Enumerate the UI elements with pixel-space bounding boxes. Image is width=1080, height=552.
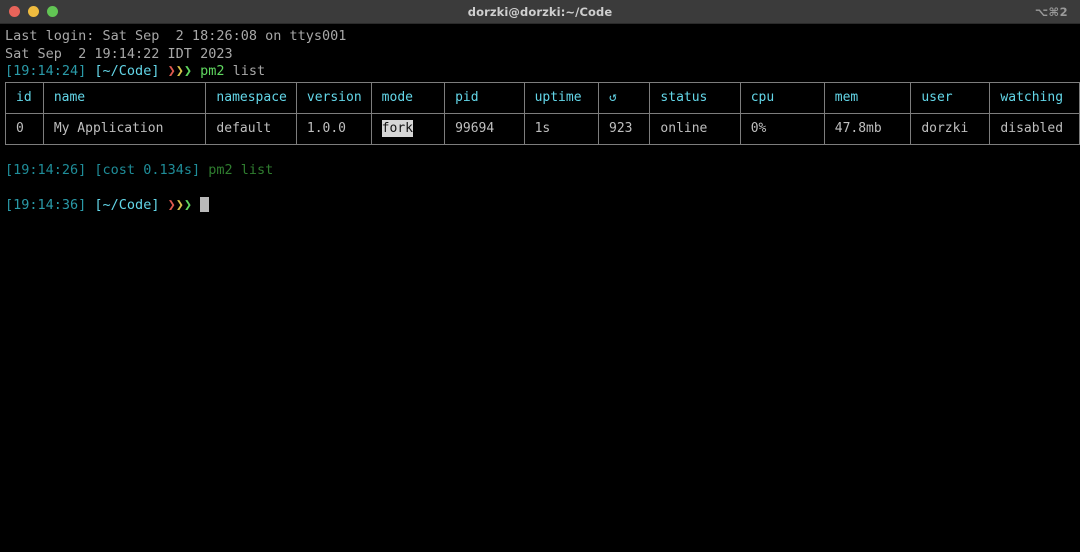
column-header-uptime: uptime [523,81,600,114]
tab-shortcut-label: ⌥⌘2 [1034,4,1068,19]
column-header-namespace: namespace [205,81,297,114]
status-badge: online [649,112,741,145]
cell-version: 1.0.0 [295,112,372,145]
column-header-cpu: cpu [739,81,825,114]
prompt-line-1: [19:14:24] [~/Code] ❯❯❯ pm2 list [0,63,1080,81]
pm2-table-body: 0 My Application default 1.0.0 fork 9969… [5,112,1080,145]
text-cursor[interactable] [200,197,210,212]
cell-watching: disabled [989,112,1080,145]
minimize-button[interactable] [28,6,39,17]
title-bar: dorzki@dorzki:~/Code ⌥⌘2 [0,0,1080,24]
last-login-line: Last login: Sat Sep 2 18:26:08 on ttys00… [0,28,1080,46]
cell-name: My Application [42,112,207,145]
column-header-name: name [42,81,207,114]
prompt-path: [~/Code] [94,63,160,79]
prompt-arrow-3-icon: ❯ [183,63,193,79]
column-header-restart-icon: ↺ [598,81,651,114]
prompt-arrow-2-icon: ❯ [175,63,184,79]
pm2-table-header-row: id name namespace version mode pid uptim… [5,81,1080,114]
table-row: 0 My Application default 1.0.0 fork 9969… [5,112,1080,145]
cost-timestamp: [19:14:26] [5,162,87,178]
cell-pid: 99694 [444,112,525,145]
pm2-process-table-container: id name namespace version mode pid uptim… [0,81,1080,145]
prompt2-arrow-2-icon: ❯ [175,197,184,213]
column-header-mode: mode [370,81,446,114]
cell-id: 0 [5,112,44,145]
cell-mode: fork [370,112,446,145]
cost-command: pm2 list [208,162,274,178]
column-header-mem: mem [823,81,912,114]
cell-restarts: 923 [598,112,651,145]
column-header-user: user [910,81,991,114]
column-header-pid: pid [444,81,525,114]
terminal-window: dorzki@dorzki:~/Code ⌥⌘2 Last login: Sat… [0,0,1080,552]
cell-mem: 47.8mb [823,112,912,145]
prompt2-path: [~/Code] [94,197,160,213]
mode-badge: fork [381,119,413,137]
pm2-process-table: id name namespace version mode pid uptim… [5,81,1080,145]
prompt2-arrow-1-icon: ❯ [167,197,176,213]
prompt-line-2[interactable]: [19:14:36] [~/Code] ❯❯❯ [0,197,1080,215]
command-name: pm2 [200,63,225,79]
pm2-table-head: id name namespace version mode pid uptim… [5,81,1080,114]
date-text: Sat Sep 2 19:14:22 IDT 2023 [5,45,233,62]
cell-user: dorzki [910,112,991,145]
cell-cpu: 0% [739,112,825,145]
cell-uptime: 1s [523,112,600,145]
date-line: Sat Sep 2 19:14:22 IDT 2023 [0,46,1080,64]
prompt-timestamp: [19:14:24] [5,63,87,79]
column-header-version: version [295,81,372,114]
column-header-id: id [5,81,44,114]
window-controls [0,6,58,17]
close-button[interactable] [9,6,20,17]
terminal-body[interactable]: Last login: Sat Sep 2 18:26:08 on ttys00… [0,24,1080,552]
column-header-status: status [649,81,741,114]
prompt2-timestamp: [19:14:36] [5,197,87,213]
cell-namespace: default [205,112,297,145]
command-args: list [224,63,266,79]
cost-line: [19:14:26] [cost 0.134s] pm2 list [0,162,1080,180]
last-login-text: Last login: Sat Sep 2 18:26:08 on ttys00… [5,28,347,44]
window-title: dorzki@dorzki:~/Code [467,4,613,19]
prompt2-arrow-3-icon: ❯ [183,197,193,213]
column-header-watching: watching [989,81,1080,114]
zoom-button[interactable] [47,6,58,17]
prompt-arrow-1-icon: ❯ [167,63,176,79]
cost-duration: [cost 0.134s] [94,162,201,178]
